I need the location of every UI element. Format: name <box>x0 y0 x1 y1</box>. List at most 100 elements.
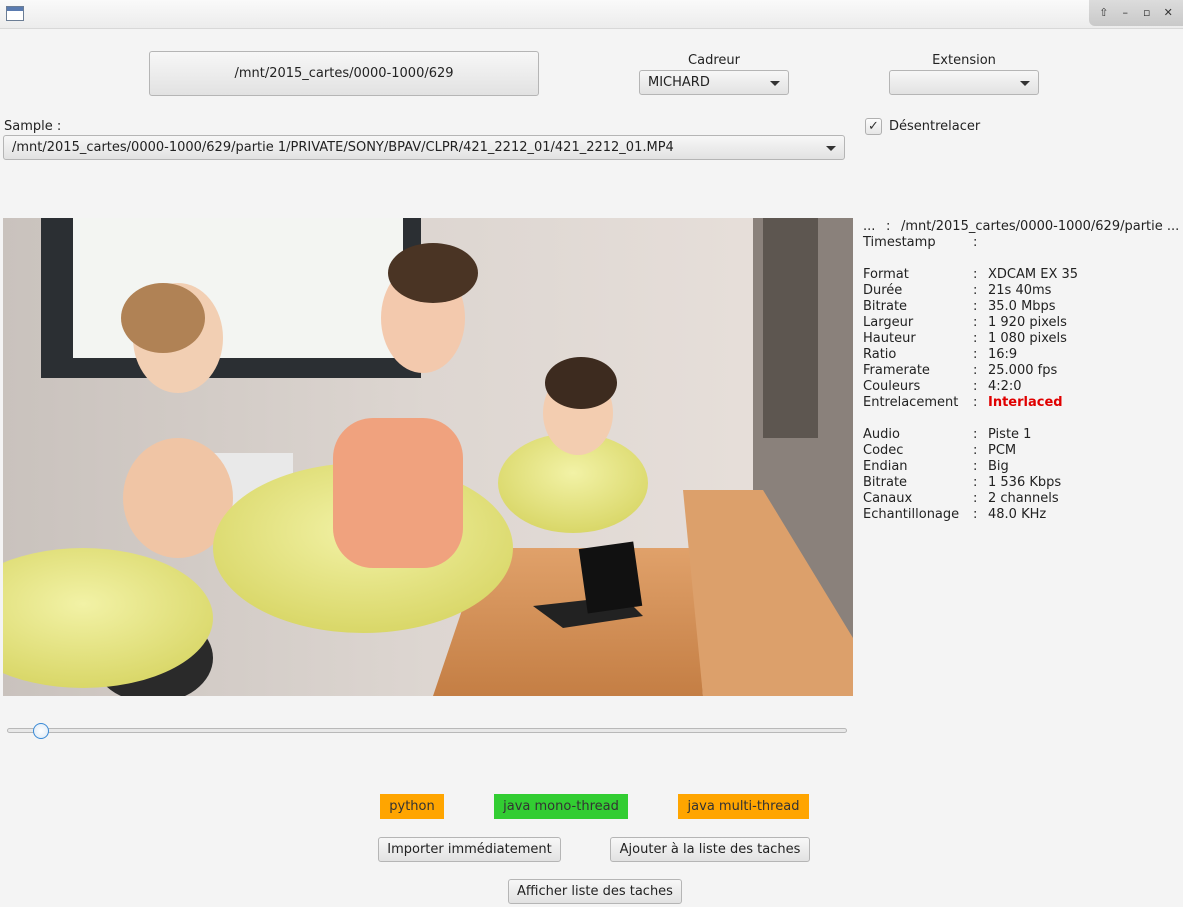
import-now-button[interactable]: Importer immédiatement <box>378 837 561 862</box>
info-value-path: /mnt/2015_cartes/0000-1000/629/partie ..… <box>901 219 1180 234</box>
info-key: Largeur <box>863 315 914 330</box>
info-colon: : <box>973 379 978 394</box>
engine-java-mono-button[interactable]: java mono-thread <box>494 794 628 819</box>
minimize-icon[interactable]: – <box>1118 6 1132 20</box>
maximize-icon[interactable]: ▫ <box>1140 6 1154 20</box>
restore-up-icon[interactable]: ⇧ <box>1097 6 1111 20</box>
info-key: Framerate <box>863 363 930 378</box>
info-value: 1 080 pixels <box>988 331 1067 346</box>
info-row: Entrelacement: Interlaced <box>863 395 1183 411</box>
info-key: Codec <box>863 443 904 458</box>
engine-python-button[interactable]: python <box>380 794 444 819</box>
info-key: Ratio <box>863 347 897 362</box>
info-value: 16:9 <box>988 347 1018 362</box>
close-icon[interactable]: ✕ <box>1161 6 1175 20</box>
video-frame-image <box>3 218 853 696</box>
info-row: Hauteur:1 080 pixels <box>863 331 1183 347</box>
info-colon: : <box>973 507 978 522</box>
info-colon: : <box>973 427 978 442</box>
info-value: 1 920 pixels <box>988 315 1067 330</box>
deinterlace-checkbox[interactable]: ✓ <box>865 118 882 135</box>
info-key: Echantillonage <box>863 507 960 522</box>
info-colon: : <box>973 267 978 282</box>
info-colon: : <box>886 219 891 234</box>
extension-label: Extension <box>932 53 996 68</box>
info-colon: : <box>973 491 978 506</box>
info-key: Entrelacement <box>863 395 959 410</box>
info-colon: : <box>973 235 978 250</box>
info-row: Ratio:16:9 <box>863 347 1183 363</box>
info-value: 21s 40ms <box>988 283 1052 298</box>
info-value: 4:2:0 <box>988 379 1022 394</box>
info-value: XDCAM EX 35 <box>988 267 1079 282</box>
info-colon: : <box>973 395 978 410</box>
info-colon: : <box>973 331 978 346</box>
info-key: Hauteur <box>863 331 916 346</box>
info-value: Big <box>988 459 1009 474</box>
engine-java-multi-button[interactable]: java multi-thread <box>678 794 809 819</box>
media-info-panel: ... : /mnt/2015_cartes/0000-1000/629/par… <box>863 219 1183 523</box>
info-row: Echantillonage:48.0 KHz <box>863 507 1183 523</box>
info-value: 2 channels <box>988 491 1059 506</box>
chevron-down-icon <box>826 145 836 151</box>
sample-label: Sample : <box>4 119 62 134</box>
info-key: Canaux <box>863 491 913 506</box>
info-row: ... : /mnt/2015_cartes/0000-1000/629/par… <box>863 219 1183 235</box>
info-colon: : <box>973 363 978 378</box>
info-row: Canaux:2 channels <box>863 491 1183 507</box>
info-colon: : <box>973 475 978 490</box>
info-row: Couleurs:4:2:0 <box>863 379 1183 395</box>
info-row: Audio: Piste 1 <box>863 427 1183 443</box>
info-row: Timestamp : <box>863 235 1183 251</box>
checkmark-icon: ✓ <box>868 119 879 134</box>
info-value: Piste 1 <box>988 427 1032 442</box>
info-row: Bitrate:35.0 Mbps <box>863 299 1183 315</box>
interlace-status: Interlaced <box>988 395 1063 410</box>
info-value: 25.000 fps <box>988 363 1058 378</box>
info-key: Couleurs <box>863 379 921 394</box>
info-key: Bitrate <box>863 299 908 314</box>
info-row: Framerate:25.000 fps <box>863 363 1183 379</box>
info-row: Endian: Big <box>863 459 1183 475</box>
info-key: Format <box>863 267 909 282</box>
video-preview <box>3 218 853 696</box>
info-row: Codec: PCM <box>863 443 1183 459</box>
deinterlace-label: Désentrelacer <box>889 119 981 134</box>
add-to-task-list-button[interactable]: Ajouter à la liste des taches <box>610 837 810 862</box>
cadreur-value: MICHARD <box>648 75 710 90</box>
source-path-button[interactable]: /mnt/2015_cartes/0000-1000/629 <box>149 51 539 96</box>
info-colon: : <box>973 315 978 330</box>
info-colon: : <box>973 443 978 458</box>
info-value: 48.0 KHz <box>988 507 1047 522</box>
cadreur-label: Cadreur <box>688 53 740 68</box>
info-value: 1 536 Kbps <box>988 475 1062 490</box>
timeline-slider-track[interactable] <box>7 728 847 733</box>
info-key: Bitrate <box>863 475 908 490</box>
info-key: Timestamp <box>863 235 936 250</box>
info-colon: : <box>973 459 978 474</box>
info-value: 35.0 Mbps <box>988 299 1056 314</box>
info-colon: : <box>973 299 978 314</box>
info-colon: : <box>973 283 978 298</box>
window-icon <box>6 6 24 21</box>
info-row: Largeur:1 920 pixels <box>863 315 1183 331</box>
chevron-down-icon <box>770 80 780 86</box>
sample-select[interactable]: /mnt/2015_cartes/0000-1000/629/partie 1/… <box>3 135 845 160</box>
extension-select[interactable] <box>889 70 1039 95</box>
info-row: Bitrate:1 536 Kbps <box>863 475 1183 491</box>
info-row: Durée:21s 40ms <box>863 283 1183 299</box>
window-controls: ⇧ – ▫ ✕ <box>1089 0 1183 26</box>
info-row: Format: XDCAM EX 35 <box>863 267 1183 283</box>
info-value: PCM <box>988 443 1017 458</box>
chevron-down-icon <box>1020 80 1030 86</box>
cadreur-select[interactable]: MICHARD <box>639 70 789 95</box>
info-key: Audio <box>863 427 900 442</box>
show-task-list-button[interactable]: Afficher liste des taches <box>508 879 682 904</box>
title-bar: ⇧ – ▫ ✕ <box>0 0 1183 29</box>
info-key: Endian <box>863 459 908 474</box>
info-colon: : <box>973 347 978 362</box>
sample-value: /mnt/2015_cartes/0000-1000/629/partie 1/… <box>12 140 674 155</box>
info-key: ... <box>863 219 876 234</box>
timeline-slider-thumb[interactable] <box>33 723 49 739</box>
info-key: Durée <box>863 283 903 298</box>
